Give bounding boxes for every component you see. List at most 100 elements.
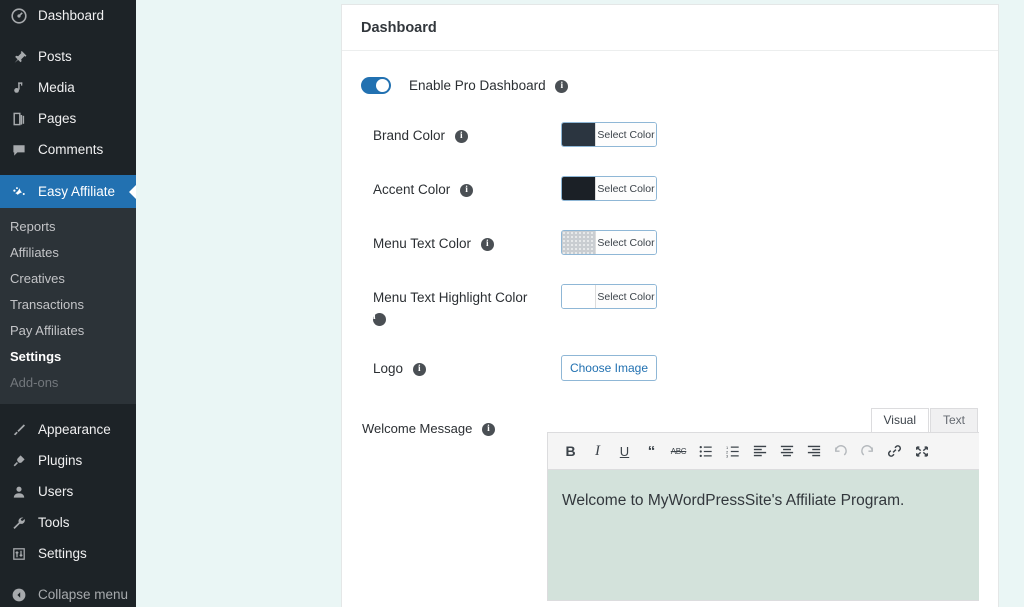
sidebar-item-label: Tools — [38, 515, 70, 530]
dashboard-settings-card: Dashboard Enable Pro Dashboard i Brand C… — [341, 4, 999, 607]
brand-color-picker[interactable]: Select Color — [561, 122, 657, 147]
choose-image-button[interactable]: Choose Image — [561, 355, 657, 381]
sidebar-divider — [0, 165, 136, 175]
submenu-item-affiliates[interactable]: Affiliates — [0, 240, 136, 266]
fullscreen-icon[interactable] — [909, 438, 934, 464]
submenu-item-transactions[interactable]: Transactions — [0, 292, 136, 318]
info-icon[interactable]: i — [481, 423, 495, 437]
align-center-icon[interactable] — [774, 438, 799, 464]
wysiwyg-editor: Visual Text B I U “ ABC 1 2 3 Welcome to… — [547, 407, 979, 601]
media-icon — [8, 78, 30, 98]
color-swatch — [562, 177, 595, 200]
field-label: Brand Color i — [373, 122, 558, 145]
align-right-icon[interactable] — [801, 438, 826, 464]
sidebar-item-dashboard[interactable]: Dashboard — [0, 0, 136, 31]
sidebar-item-label: Posts — [38, 49, 72, 64]
field-label: Menu Text Color i — [373, 230, 558, 253]
field-control: Choose Image — [561, 355, 657, 381]
field-brand-color: Brand Color i Select Color — [342, 122, 998, 147]
collapse-menu-button[interactable]: Collapse menu — [0, 579, 136, 607]
collapse-arrow-icon — [8, 585, 30, 605]
sidebar-item-label: Easy Affiliate — [38, 184, 116, 199]
menu-text-color-picker[interactable]: Select Color — [561, 230, 657, 255]
main-content: Dashboard Enable Pro Dashboard i Brand C… — [136, 0, 1024, 607]
sidebar-item-settings[interactable]: Settings — [0, 538, 136, 569]
sidebar-item-media[interactable]: Media — [0, 72, 136, 103]
enable-pro-dashboard-row: Enable Pro Dashboard i — [342, 77, 998, 94]
info-icon[interactable]: i — [373, 312, 386, 326]
editor-box: B I U “ ABC 123 Welcome to MyWordPressSi… — [547, 432, 979, 601]
accent-color-picker[interactable]: Select Color — [561, 176, 657, 201]
dashboard-icon — [8, 6, 30, 26]
field-control: Select Color — [561, 122, 657, 147]
svg-text:3: 3 — [726, 453, 729, 457]
tab-visual[interactable]: Visual — [870, 408, 929, 432]
field-menu-text-color: Menu Text Color i Select Color — [342, 230, 998, 255]
info-icon[interactable]: i — [454, 129, 468, 143]
sidebar-item-plugins[interactable]: Plugins — [0, 445, 136, 476]
link-icon[interactable] — [882, 438, 907, 464]
easy-affiliate-submenu: Reports Affiliates Creatives Transaction… — [0, 208, 136, 404]
strikethrough-icon[interactable]: ABC — [666, 438, 691, 464]
sidebar-item-label: Media — [38, 80, 75, 95]
field-label-text: Menu Text Highlight Color — [373, 290, 528, 305]
sidebar-divider — [0, 404, 136, 414]
editor-content-area[interactable]: Welcome to MyWordPressSite's Affiliate P… — [548, 470, 979, 600]
enable-pro-dashboard-label: Enable Pro Dashboard i — [409, 78, 569, 93]
sidebar-item-pages[interactable]: Pages — [0, 103, 136, 134]
sidebar-item-tools[interactable]: Tools — [0, 507, 136, 538]
color-swatch — [562, 231, 595, 254]
sidebar-item-posts[interactable]: Posts — [0, 41, 136, 72]
active-arrow-icon — [129, 183, 136, 200]
brush-icon — [8, 420, 30, 440]
field-label-text: Menu Text Color — [373, 236, 472, 251]
field-label-text: Accent Color — [373, 182, 451, 197]
submenu-item-add-ons[interactable]: Add-ons — [0, 370, 136, 396]
tab-text[interactable]: Text — [929, 408, 978, 432]
page-title: Dashboard — [361, 19, 437, 36]
bold-icon[interactable]: B — [558, 438, 583, 464]
align-left-icon[interactable] — [747, 438, 772, 464]
color-swatch — [562, 123, 595, 146]
sidebar-item-label: Comments — [38, 142, 104, 157]
card-body: Enable Pro Dashboard i Brand Color i Sel… — [342, 51, 998, 601]
menu-text-highlight-color-picker[interactable]: Select Color — [561, 284, 657, 309]
sidebar-divider — [0, 569, 136, 579]
enable-pro-dashboard-toggle[interactable] — [361, 77, 391, 94]
info-icon[interactable]: i — [412, 362, 426, 376]
submenu-item-pay-affiliates[interactable]: Pay Affiliates — [0, 318, 136, 344]
info-icon[interactable]: i — [480, 237, 494, 251]
info-icon[interactable]: i — [555, 79, 569, 93]
field-logo: Logo i Choose Image — [342, 355, 998, 381]
sidebar-item-appearance[interactable]: Appearance — [0, 414, 136, 445]
field-label-text: Logo — [373, 361, 404, 376]
sidebar-item-easy-affiliate[interactable]: Easy Affiliate — [0, 175, 136, 208]
field-label: Logo i — [373, 355, 558, 378]
sidebar-item-label: Appearance — [38, 422, 111, 437]
info-icon[interactable]: i — [460, 183, 474, 197]
sidebar-item-comments[interactable]: Comments — [0, 134, 136, 165]
submenu-item-creatives[interactable]: Creatives — [0, 266, 136, 292]
redo-icon[interactable] — [855, 438, 880, 464]
color-swatch — [562, 285, 595, 308]
blockquote-icon[interactable]: “ — [639, 438, 664, 464]
toggle-knob — [376, 79, 389, 92]
welcome-message-text: Welcome to MyWordPressSite's Affiliate P… — [562, 492, 905, 509]
sidebar-divider — [0, 31, 136, 41]
submenu-item-reports[interactable]: Reports — [0, 214, 136, 240]
unordered-list-icon[interactable] — [693, 438, 718, 464]
sidebar-item-label: Users — [38, 484, 74, 499]
card-header: Dashboard — [342, 5, 998, 51]
italic-icon[interactable]: I — [585, 438, 610, 464]
field-control: Select Color — [561, 176, 657, 201]
field-menu-text-highlight-color: Menu Text Highlight Color i Select Color — [342, 284, 998, 326]
editor-tabs: Visual Text — [547, 407, 979, 432]
undo-icon[interactable] — [828, 438, 853, 464]
submenu-item-settings[interactable]: Settings — [0, 344, 136, 370]
field-control: Select Color — [561, 284, 657, 309]
sidebar-item-users[interactable]: Users — [0, 476, 136, 507]
user-icon — [8, 482, 30, 502]
ordered-list-icon[interactable]: 123 — [720, 438, 745, 464]
select-color-label: Select Color — [595, 123, 656, 146]
underline-icon[interactable]: U — [612, 438, 637, 464]
